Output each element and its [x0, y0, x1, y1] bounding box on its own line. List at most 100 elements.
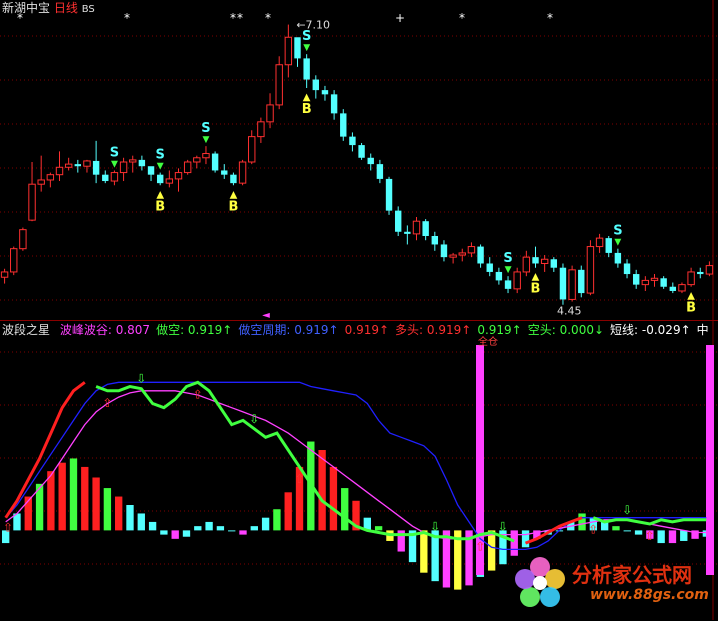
sell-signal-label: S — [201, 121, 210, 136]
histogram-bar — [115, 496, 123, 531]
period-label[interactable]: 日线 — [54, 1, 78, 15]
indicator-value-item: 做空周期: 0.919↑ — [238, 323, 339, 337]
histogram-bar — [205, 521, 213, 531]
candle-body — [28, 183, 36, 221]
buy-signal-label: B — [531, 282, 541, 297]
indicator-value-item: 0.919↑ — [477, 323, 522, 337]
candle-body — [404, 231, 411, 234]
candle-body — [605, 238, 612, 253]
histogram-bar — [126, 505, 134, 531]
candle-body — [495, 271, 503, 281]
star-marker: * — [265, 11, 271, 25]
buy-signal-label: B — [686, 301, 696, 316]
candle-body — [504, 280, 512, 289]
histogram-bar — [284, 492, 292, 531]
histogram-bar — [487, 530, 496, 571]
up-arrow-icon: ⇧ — [193, 387, 203, 401]
candle-body — [376, 164, 384, 179]
sell-signal-label: S — [302, 29, 311, 44]
candle-body — [440, 244, 448, 258]
star-marker: * — [459, 11, 465, 25]
histogram-bar — [137, 513, 145, 531]
indicator-label[interactable]: BS — [82, 4, 95, 15]
candle-body — [303, 58, 310, 80]
candle-body — [486, 263, 493, 272]
sell-arrow-icon: ▼ — [203, 135, 210, 145]
histogram-bar — [103, 488, 112, 531]
price-panel-header: 新湖中宝 日线 BS — [2, 1, 95, 17]
candle-body — [147, 166, 155, 175]
candle-body — [211, 153, 219, 171]
candle-body — [394, 210, 402, 232]
candle-body — [248, 136, 256, 163]
histogram-bar — [374, 526, 383, 531]
sell-arrow-icon: ▼ — [303, 43, 310, 53]
histogram-bar — [612, 526, 620, 531]
candle-body — [623, 263, 631, 275]
histogram-bar — [171, 530, 179, 539]
up-arrow-icon: ⇧ — [3, 521, 13, 535]
up-arrow-icon: ⇧ — [645, 529, 655, 543]
buy-signal-label: B — [155, 199, 165, 214]
star-marker: * — [230, 11, 236, 25]
candle-body — [10, 248, 18, 273]
candle-body — [687, 271, 695, 286]
histogram-bar — [160, 530, 168, 535]
up-arrow-icon: ⇧ — [475, 540, 485, 554]
up-arrow-icon: ⇧ — [588, 523, 598, 537]
histogram-bar — [69, 458, 78, 531]
sell-arrow-icon: ▼ — [614, 238, 621, 248]
candle-body — [55, 166, 64, 176]
up-arrow-icon: ⇧ — [102, 396, 112, 410]
candle-body — [458, 252, 466, 256]
candle-body — [129, 159, 137, 163]
down-arrow-icon: ⇩ — [249, 412, 259, 426]
candle-body — [37, 179, 45, 185]
candle-body — [422, 221, 429, 236]
indicator-name[interactable]: 波段之星 — [2, 323, 50, 337]
down-arrow-icon: ⇩ — [498, 520, 508, 534]
candle-body — [238, 161, 247, 184]
histogram-bar — [329, 466, 338, 531]
watermark-title: 分析家公式网 — [572, 563, 692, 587]
indicator-value-item: 短线: -0.029↑ — [610, 323, 691, 337]
histogram-bar — [521, 530, 530, 548]
histogram-bar — [182, 530, 191, 537]
candle-body — [266, 104, 274, 123]
candle-body — [330, 94, 338, 114]
low-price-label: 4.45 — [557, 305, 582, 318]
candle-body — [119, 161, 128, 174]
indicator-value-item: 多头: 0.919↑ — [395, 323, 472, 337]
candle-body — [678, 284, 686, 292]
histogram-bar — [680, 530, 688, 541]
histogram-bar — [623, 530, 631, 532]
watermark-url: www.88gs.com — [590, 587, 709, 603]
candle-body — [340, 113, 347, 137]
candle-body — [138, 159, 146, 167]
star-marker: * — [237, 11, 243, 25]
indicator-panel-header: 波段之星 波峰波谷: 0.807 做空: 0.919↑ 做空周期: 0.919↑ 0.… — [2, 323, 709, 337]
histogram-bar — [239, 530, 247, 535]
candle-body — [312, 79, 320, 91]
histogram-bar — [578, 513, 586, 531]
candle-body — [559, 267, 567, 300]
stock-title: 新湖中宝 — [2, 1, 51, 15]
candle-body — [385, 178, 393, 211]
candle-body — [669, 286, 677, 291]
sell-arrow-icon: ▼ — [111, 159, 118, 169]
histogram-bar — [216, 526, 225, 531]
sell-arrow-icon: ▼ — [505, 265, 512, 275]
histogram-bar — [58, 462, 66, 531]
histogram-bar — [228, 530, 236, 532]
down-arrow-icon: ⇩ — [622, 503, 632, 517]
histogram-bar — [47, 471, 55, 531]
sell-arrow-icon: ▼ — [157, 162, 164, 172]
indicator-line — [4, 381, 583, 545]
indicator-value-item: 中 — [696, 323, 709, 337]
candle-body — [532, 257, 539, 264]
candle-body — [221, 170, 228, 175]
candle-body — [0, 271, 9, 278]
candle-body — [102, 174, 109, 182]
candle-body — [156, 174, 164, 184]
candle-body — [522, 256, 531, 273]
